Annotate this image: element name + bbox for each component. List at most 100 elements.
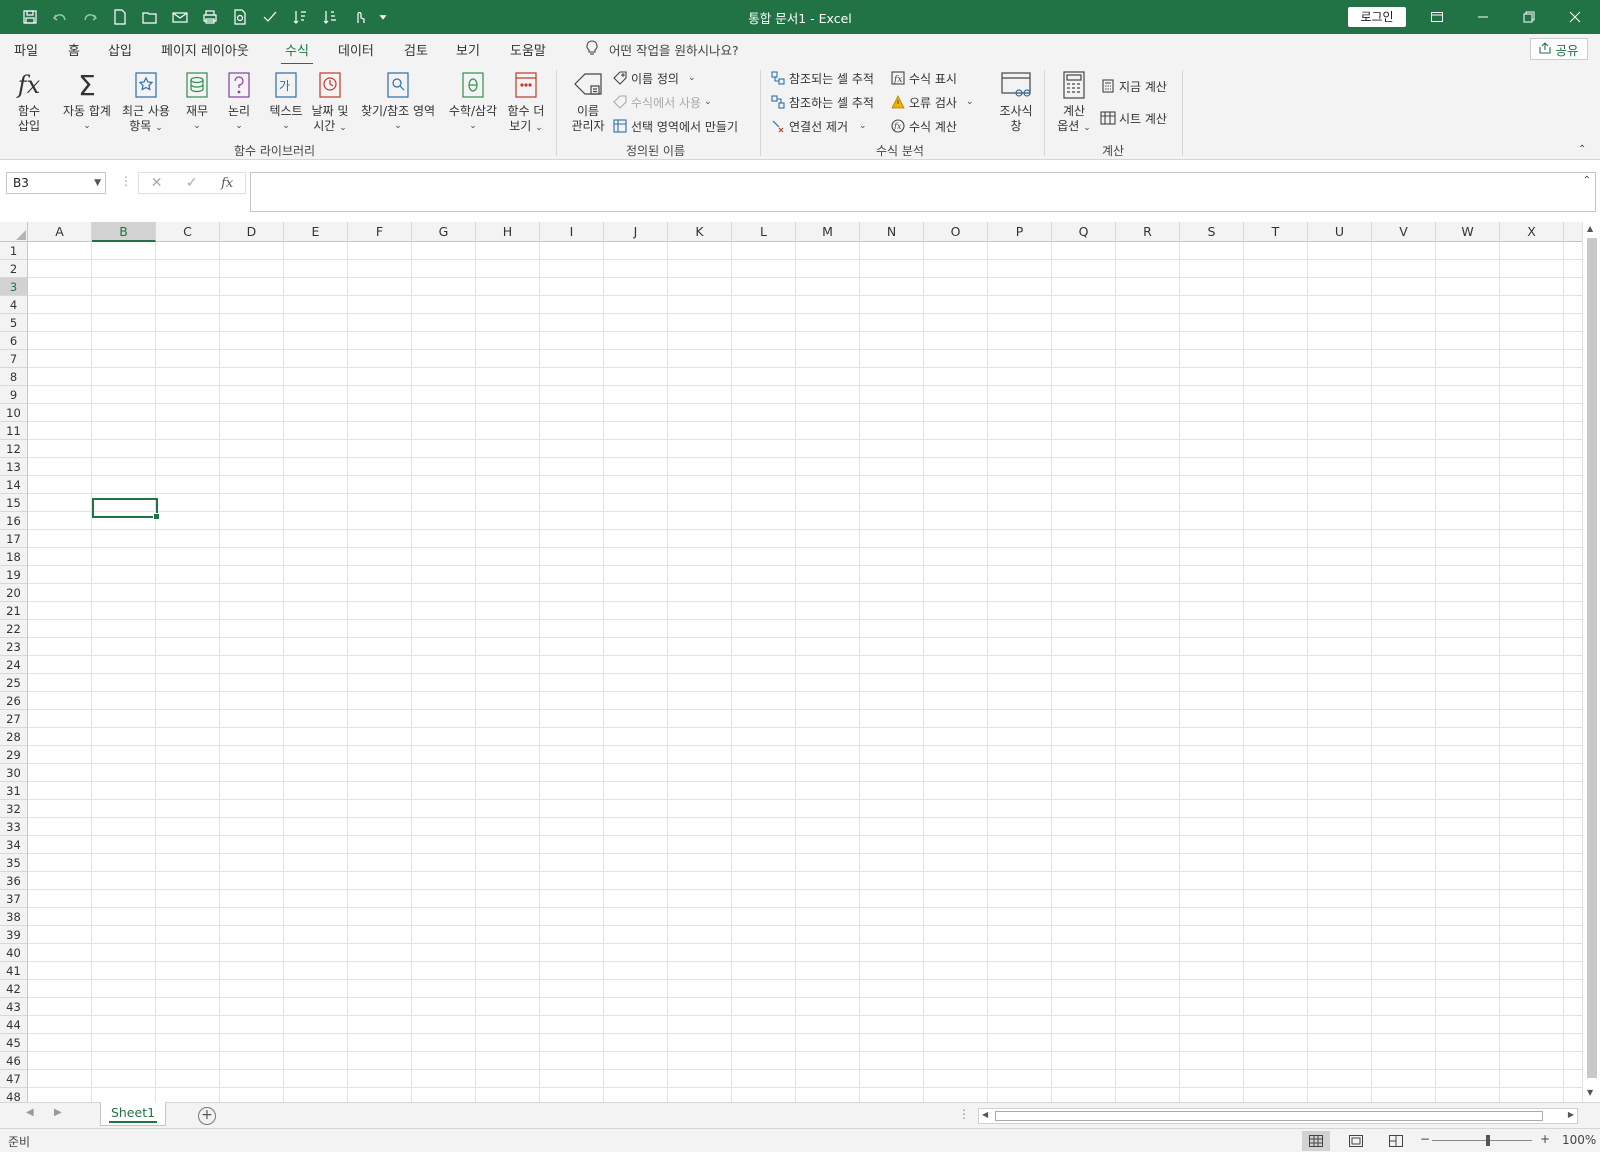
row-header[interactable]: 41 (0, 962, 28, 980)
name-box[interactable]: B3 ▼ (6, 172, 106, 194)
date-time-button[interactable]: 날짜 및 시간 ⌄ (308, 68, 352, 136)
column-header[interactable]: T (1244, 222, 1308, 242)
row-header[interactable]: 34 (0, 836, 28, 854)
row-header[interactable]: 6 (0, 332, 28, 350)
zoom-in-icon[interactable]: + (1540, 1132, 1550, 1146)
name-manager-button[interactable]: 이름 관리자 (566, 68, 610, 134)
row-header[interactable]: 36 (0, 872, 28, 890)
column-header[interactable]: O (924, 222, 988, 242)
cancel-icon[interactable]: ✕ (151, 175, 163, 191)
zoom-slider-knob[interactable] (1486, 1135, 1490, 1146)
watch-window-button[interactable]: 조사식 창 (994, 68, 1038, 134)
insert-function-button[interactable]: fx 함수 삽입 (12, 68, 46, 134)
row-header[interactable]: 44 (0, 1016, 28, 1034)
create-from-selection-button[interactable]: 선택 영역에서 만들기 (612, 116, 738, 136)
use-in-formula-button[interactable]: 수식에서 사용 ⌄ (612, 92, 712, 112)
column-header[interactable]: G (412, 222, 476, 242)
row-header[interactable]: 14 (0, 476, 28, 494)
zoom-out-icon[interactable]: − (1420, 1132, 1430, 1146)
worksheet-grid[interactable]: ABCDEFGHIJKLMNOPQRSTUVWX 1 2 3 4 5 6 7 8 9 10 11 12… (0, 222, 1582, 1102)
column-header[interactable]: I (540, 222, 604, 242)
tab-page-layout[interactable]: 페이지 레이아웃 (161, 40, 249, 59)
scroll-up-icon[interactable]: ▲ (1587, 224, 1593, 233)
row-header[interactable]: 2 (0, 260, 28, 278)
column-header[interactable]: Q (1052, 222, 1116, 242)
calculation-options-button[interactable]: 계산 옵션 ⌄ (1052, 68, 1096, 136)
row-header[interactable]: 30 (0, 764, 28, 782)
row-header[interactable]: 11 (0, 422, 28, 440)
formula-input[interactable]: ⌃ (250, 172, 1596, 212)
row-header[interactable]: 4 (0, 296, 28, 314)
column-header[interactable]: B (92, 222, 156, 242)
horizontal-scrollbar[interactable]: ◀ ▶ (978, 1108, 1578, 1124)
row-header[interactable]: 17 (0, 530, 28, 548)
recently-used-button[interactable]: 최근 사용 항목 ⌄ (118, 68, 174, 136)
row-header[interactable]: 5 (0, 314, 28, 332)
row-header[interactable]: 33 (0, 818, 28, 836)
define-name-button[interactable]: 이름 정의 ⌄ (612, 68, 696, 88)
row-header[interactable]: 40 (0, 944, 28, 962)
column-header[interactable]: A (28, 222, 92, 242)
row-header[interactable]: 7 (0, 350, 28, 368)
financial-button[interactable]: 재무 ⌄ (180, 68, 214, 134)
column-header[interactable]: P (988, 222, 1052, 242)
zoom-slider[interactable] (1432, 1135, 1532, 1146)
row-header[interactable]: 31 (0, 782, 28, 800)
calculate-now-button[interactable]: 지금 계산 (1100, 76, 1167, 96)
scroll-right-icon[interactable]: ▶ (1568, 1110, 1574, 1119)
row-header[interactable]: 27 (0, 710, 28, 728)
row-header[interactable]: 26 (0, 692, 28, 710)
active-cell[interactable] (92, 498, 160, 520)
row-header[interactable]: 32 (0, 800, 28, 818)
column-header[interactable]: V (1372, 222, 1436, 242)
cell-grid[interactable] (28, 242, 1582, 1102)
vertical-scrollbar[interactable]: ▲ ▼ (1582, 222, 1600, 1102)
text-functions-button[interactable]: 가 텍스트 ⌄ (266, 68, 306, 134)
row-header[interactable]: 28 (0, 728, 28, 746)
scroll-down-icon[interactable]: ▼ (1587, 1088, 1593, 1097)
row-header[interactable]: 46 (0, 1052, 28, 1070)
horizontal-scroll-thumb[interactable] (995, 1111, 1543, 1121)
insert-function-icon[interactable]: fx (221, 176, 233, 191)
column-header[interactable]: M (796, 222, 860, 242)
column-header[interactable]: K (668, 222, 732, 242)
column-header[interactable]: S (1180, 222, 1244, 242)
column-header[interactable]: R (1116, 222, 1180, 242)
ribbon-display-options-icon[interactable] (1414, 0, 1460, 34)
column-header[interactable]: N (860, 222, 924, 242)
normal-view-icon[interactable] (1302, 1131, 1330, 1151)
row-header[interactable]: 39 (0, 926, 28, 944)
lookup-reference-button[interactable]: 찾기/참조 영역 ⌄ (356, 68, 440, 134)
formula-bar-grip[interactable]: ⋮ (120, 174, 132, 188)
row-header[interactable]: 12 (0, 440, 28, 458)
column-header[interactable]: X (1500, 222, 1564, 242)
row-header[interactable]: 8 (0, 368, 28, 386)
row-header[interactable]: 45 (0, 1034, 28, 1052)
row-header[interactable]: 1 (0, 242, 28, 260)
tab-home[interactable]: 홈 (68, 40, 80, 59)
row-header[interactable]: 37 (0, 890, 28, 908)
close-icon[interactable] (1552, 0, 1598, 34)
column-header[interactable]: L (732, 222, 796, 242)
row-header[interactable]: 38 (0, 908, 28, 926)
tab-help[interactable]: 도움말 (510, 40, 546, 59)
restore-icon[interactable] (1506, 0, 1552, 34)
tab-review[interactable]: 검토 (404, 40, 428, 59)
column-header[interactable]: E (284, 222, 348, 242)
column-header[interactable]: U (1308, 222, 1372, 242)
row-header[interactable]: 22 (0, 620, 28, 638)
row-header[interactable]: 29 (0, 746, 28, 764)
more-functions-button[interactable]: 함수 더 보기 ⌄ (504, 68, 548, 136)
row-header[interactable]: 15 (0, 494, 28, 512)
row-header[interactable]: 20 (0, 584, 28, 602)
trace-dependents-button[interactable]: 참조하는 셀 추적 (770, 92, 874, 112)
calculate-sheet-button[interactable]: 시트 계산 (1100, 108, 1167, 128)
trace-precedents-button[interactable]: 참조되는 셀 추적 (770, 68, 874, 88)
show-formulas-button[interactable]: fx 수식 표시 (890, 68, 957, 88)
math-trig-button[interactable]: 수학/삼각 ⌄ (444, 68, 502, 134)
column-header[interactable]: J (604, 222, 668, 242)
tab-insert[interactable]: 삽입 (108, 40, 132, 59)
next-sheet-icon[interactable]: ▶ (54, 1107, 62, 1118)
autosum-button[interactable]: Σ 자동 합계 ⌄ (58, 68, 116, 134)
select-all-corner[interactable] (0, 222, 28, 242)
